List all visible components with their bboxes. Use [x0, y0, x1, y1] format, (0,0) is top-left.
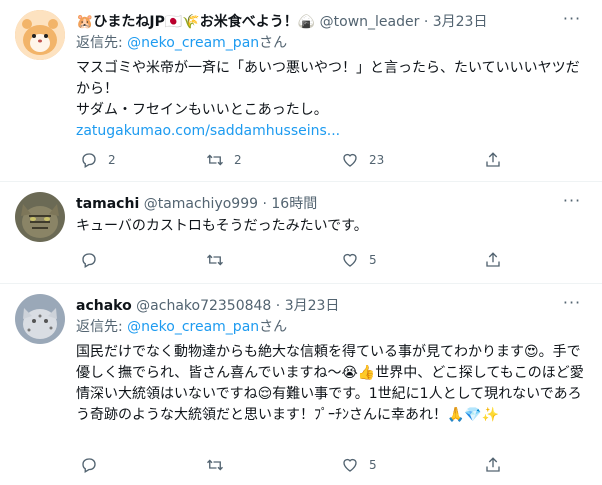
retweet-count: 2	[234, 153, 242, 167]
reply-to-handle[interactable]: @neko_cream_pan	[127, 35, 259, 51]
heart-icon	[343, 253, 357, 267]
reply-to-line: 返信先: @neko_cream_panさん	[76, 317, 287, 337]
reply-count: 2	[108, 153, 116, 167]
reply-to-prefix: 返信先:	[76, 35, 128, 51]
heart-icon	[343, 458, 357, 472]
share-button[interactable]	[484, 250, 502, 270]
reply-to-line: 返信先: @neko_cream_panさん	[76, 33, 287, 53]
reply-to-suffix: さん	[259, 319, 288, 335]
like-count: 5	[369, 458, 377, 472]
reply-icon	[82, 153, 96, 168]
display-name[interactable]: tamachi	[76, 196, 139, 212]
heart-icon	[343, 153, 357, 167]
user-handle[interactable]: @achako72350848	[136, 298, 271, 314]
tweet-header: achako @achako72350848 · 3月23日	[76, 296, 339, 316]
timestamp[interactable]: 3月23日	[433, 14, 488, 30]
tweet-text-content: 国民だけでなく動物達からも絶大な信頼を得ている事が見てわかります😍。手で優しく撫…	[76, 344, 584, 423]
like-button[interactable]: 23	[341, 150, 384, 170]
tweet-2[interactable]: tamachi @tamachiyo999 · 16時間 ··· キューバのカス…	[0, 182, 602, 282]
timestamp[interactable]: 3月23日	[285, 298, 340, 314]
display-name[interactable]: 🐹ひまたねJP🇯🇵🌾お米食べよう！🍙	[76, 14, 315, 30]
tweet-text: マスゴミや米帝が一斉に「あいつ悪いやつ！」と言ったら、たいていいいヤツだから！ …	[76, 58, 586, 142]
reply-to-prefix: 返信先:	[76, 319, 128, 335]
reply-to-handle[interactable]: @neko_cream_pan	[127, 319, 259, 335]
avatar[interactable]	[15, 10, 65, 60]
tweet-3[interactable]: achako @achako72350848 · 3月23日 ··· 返信先: …	[0, 284, 602, 485]
reply-icon	[82, 458, 96, 473]
retweet-button[interactable]	[206, 250, 234, 270]
separator: ·	[275, 298, 281, 314]
share-icon	[486, 252, 500, 267]
like-button[interactable]: 5	[341, 250, 377, 270]
retweet-icon	[207, 459, 223, 471]
reply-button[interactable]	[80, 455, 108, 475]
more-dots-icon[interactable]: ···	[562, 295, 582, 316]
action-bar: 5	[64, 455, 564, 475]
timestamp[interactable]: 16時間	[271, 196, 317, 212]
avatar[interactable]	[15, 294, 65, 344]
like-count: 23	[369, 153, 385, 167]
reply-button[interactable]	[80, 250, 108, 270]
tweet-text: キューバのカストロもそうだったみたいです。	[76, 216, 586, 237]
avatar[interactable]	[15, 192, 65, 242]
tweet-header: tamachi @tamachiyo999 · 16時間	[76, 194, 317, 214]
tweet-header: 🐹ひまたねJP🇯🇵🌾お米食べよう！🍙 @town_leader · 3月23日	[76, 12, 487, 32]
like-count: 5	[369, 253, 377, 267]
tweet-text-content: キューバのカストロもそうだったみたいです。	[76, 218, 368, 234]
tweet-text-content: マスゴミや米帝が一斉に「あいつ悪いやつ！」と言ったら、たいていいいヤツだから！ …	[76, 60, 580, 118]
action-bar: 2 2 23	[64, 150, 564, 170]
retweet-icon	[207, 154, 223, 166]
more-dots-icon[interactable]: ···	[562, 193, 582, 214]
retweet-icon	[207, 254, 223, 266]
user-handle[interactable]: @town_leader	[320, 14, 420, 30]
tweet-text: 国民だけでなく動物達からも絶大な信頼を得ている事が見てわかります😍。手で優しく撫…	[76, 342, 586, 426]
share-button[interactable]	[484, 150, 502, 170]
share-icon	[486, 152, 500, 167]
retweet-button[interactable]: 2	[206, 150, 242, 170]
reply-to-suffix: さん	[259, 35, 288, 51]
action-bar: 5	[64, 250, 564, 270]
separator: ·	[262, 196, 267, 212]
more-dots-icon[interactable]: ···	[562, 11, 582, 32]
share-icon	[486, 457, 500, 472]
tweet-link[interactable]: zatugakumao.com/saddamhusseins...	[76, 123, 340, 139]
user-handle[interactable]: @tamachiyo999	[144, 196, 258, 212]
reply-button[interactable]: 2	[80, 150, 116, 170]
tweet-1[interactable]: 🐹ひまたねJP🇯🇵🌾お米食べよう！🍙 @town_leader · 3月23日 …	[0, 0, 602, 180]
reply-icon	[82, 253, 96, 268]
separator: ·	[423, 14, 429, 30]
retweet-button[interactable]	[206, 455, 234, 475]
share-button[interactable]	[484, 455, 502, 475]
like-button[interactable]: 5	[341, 455, 377, 475]
display-name[interactable]: achako	[76, 298, 132, 314]
